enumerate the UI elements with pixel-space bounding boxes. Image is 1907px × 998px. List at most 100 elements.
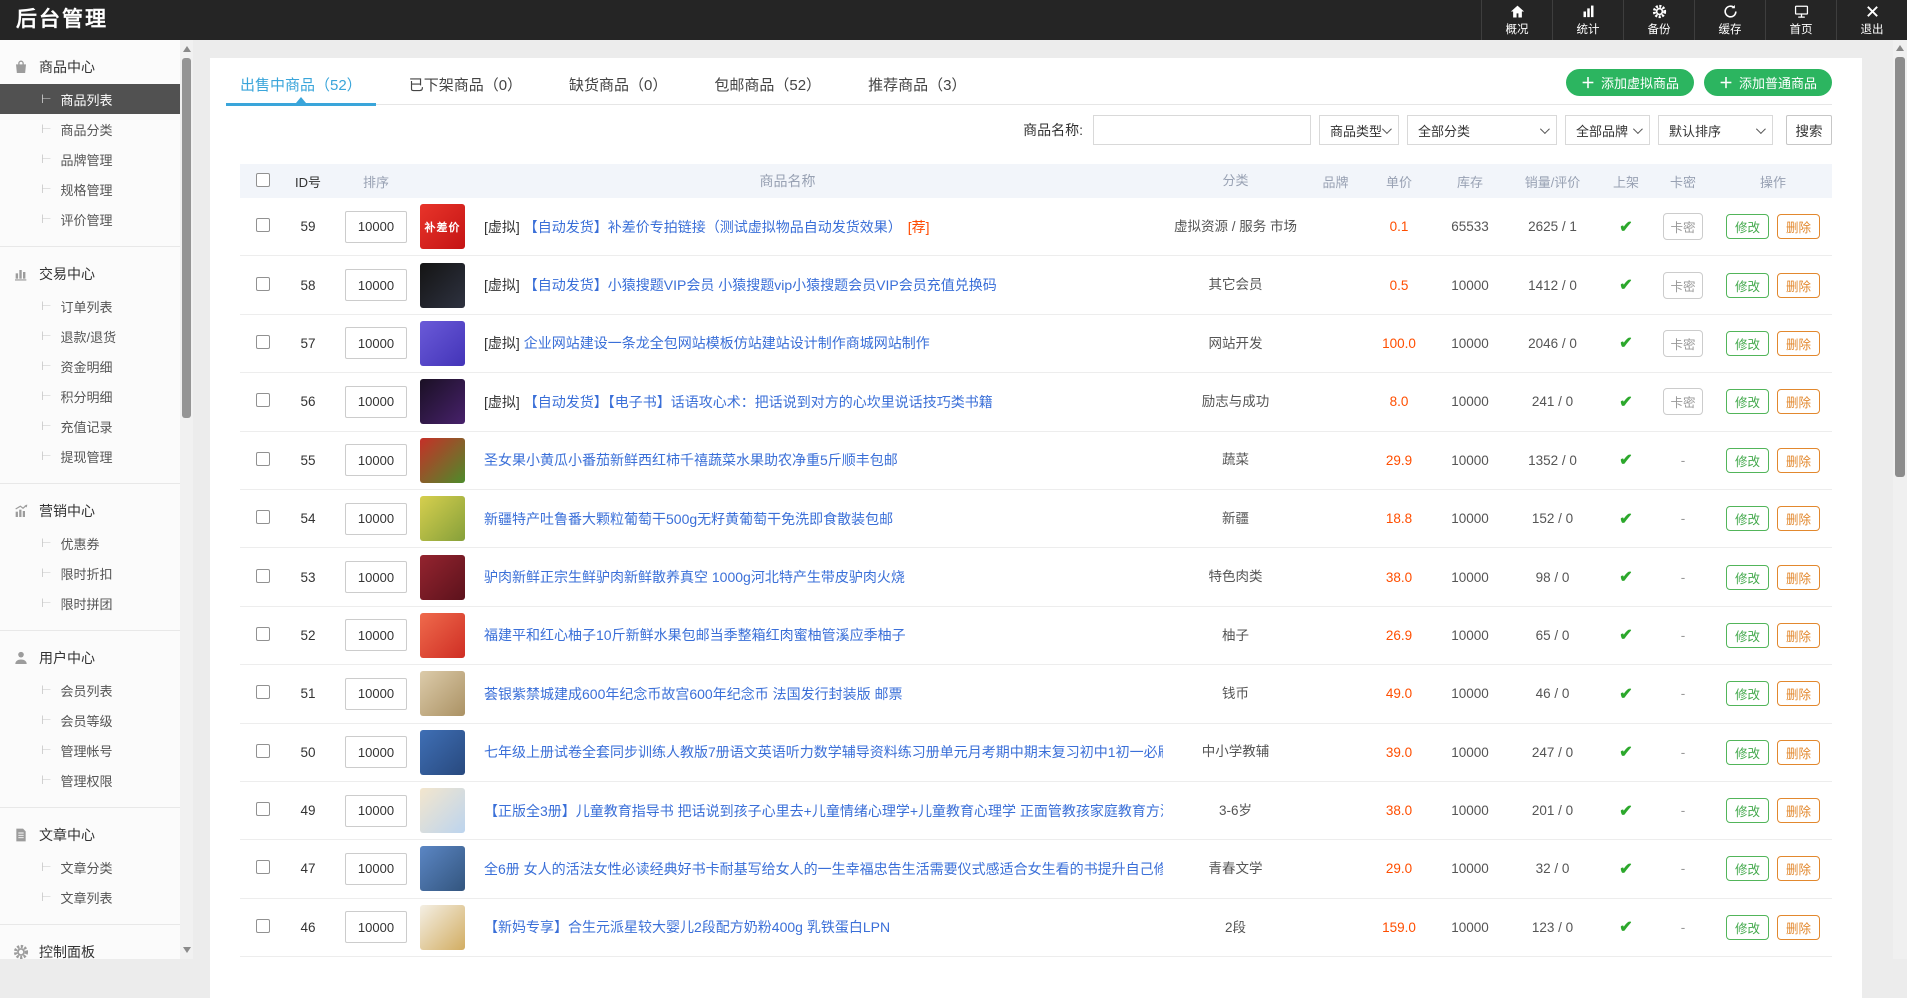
delete-button[interactable]: 删除 xyxy=(1777,856,1820,881)
kami-button[interactable]: 卡密 xyxy=(1663,330,1703,357)
edit-button[interactable]: 修改 xyxy=(1726,856,1769,881)
row-checkbox[interactable] xyxy=(256,510,270,524)
search-button[interactable]: 搜索 xyxy=(1786,115,1832,145)
edit-button[interactable]: 修改 xyxy=(1726,389,1769,414)
sort-input[interactable] xyxy=(345,561,407,593)
product-thumbnail[interactable] xyxy=(420,555,465,600)
delete-button[interactable]: 删除 xyxy=(1777,273,1820,298)
row-checkbox[interactable] xyxy=(256,685,270,699)
product-thumbnail[interactable] xyxy=(420,438,465,483)
page-scrollbar[interactable] xyxy=(1893,40,1907,959)
sidebar-group-营销中心[interactable]: 营销中心 xyxy=(0,494,180,528)
product-thumbnail[interactable] xyxy=(420,846,465,891)
topbar-action-refresh[interactable]: 缓存 xyxy=(1694,0,1765,40)
delete-button[interactable]: 删除 xyxy=(1777,798,1820,823)
sidebar-group-控制面板[interactable]: 控制面板 xyxy=(0,935,180,959)
sort-input[interactable] xyxy=(345,795,407,827)
topbar-action-close[interactable]: 退出 xyxy=(1836,0,1907,40)
sidebar-scrollbar[interactable] xyxy=(180,40,193,959)
tab-包邮商品（52）[interactable]: 包邮商品（52） xyxy=(714,58,821,104)
product-name-link[interactable]: 福建平和红心柚子10斤新鲜水果包邮当季整箱红肉蜜柚管溪应季柚子 xyxy=(484,627,906,643)
delete-button[interactable]: 删除 xyxy=(1777,506,1820,531)
kami-button[interactable]: 卡密 xyxy=(1663,272,1703,299)
delete-button[interactable]: 删除 xyxy=(1777,389,1820,414)
product-thumbnail[interactable]: 补差价 xyxy=(420,204,465,249)
sidebar-item-退款/退货[interactable]: ⊢ 退款/退货 xyxy=(0,321,180,351)
sort-input[interactable] xyxy=(345,736,407,768)
sort-input[interactable] xyxy=(345,619,407,651)
edit-button[interactable]: 修改 xyxy=(1726,506,1769,531)
sidebar-item-积分明细[interactable]: ⊢ 积分明细 xyxy=(0,381,180,411)
topbar-action-home[interactable]: 概况 xyxy=(1481,0,1552,40)
product-name-link[interactable]: 驴肉新鲜正宗生鲜驴肉新鲜散养真空 1000g河北特产生带皮驴肉火烧 xyxy=(484,569,905,585)
row-checkbox[interactable] xyxy=(256,919,270,933)
sort-input[interactable] xyxy=(345,386,407,418)
add-button-添加普通商品[interactable]: ＋ 添加普通商品 xyxy=(1704,69,1832,96)
topbar-action-monitor[interactable]: 首页 xyxy=(1765,0,1836,40)
product-name-link[interactable]: 【自动发货】补差价专拍链接（测试虚拟物品自动发货效果） xyxy=(524,219,902,235)
sort-input[interactable] xyxy=(345,269,407,301)
delete-button[interactable]: 删除 xyxy=(1777,448,1820,473)
row-checkbox[interactable] xyxy=(256,569,270,583)
edit-button[interactable]: 修改 xyxy=(1726,565,1769,590)
product-thumbnail[interactable] xyxy=(420,379,465,424)
scroll-up-icon[interactable] xyxy=(183,46,191,52)
sidebar-item-规格管理[interactable]: ⊢ 规格管理 xyxy=(0,174,180,204)
product-name-link[interactable]: 新疆特产吐鲁番大颗粒葡萄干500g无籽黄葡萄干免洗即食散装包邮 xyxy=(484,511,893,527)
row-checkbox[interactable] xyxy=(256,627,270,641)
tab-推荐商品（3）[interactable]: 推荐商品（3） xyxy=(868,58,966,104)
sort-input[interactable] xyxy=(345,911,407,943)
sidebar-group-文章中心[interactable]: 文章中心 xyxy=(0,818,180,852)
row-checkbox[interactable] xyxy=(256,744,270,758)
product-thumbnail[interactable] xyxy=(420,788,465,833)
product-name-link[interactable]: 【自动发货】小猿搜题VIP会员 小猿搜题vip小猿搜题会员VIP会员充值兑换码 xyxy=(524,277,997,293)
sidebar-item-管理帐号[interactable]: ⊢ 管理帐号 xyxy=(0,735,180,765)
sort-input[interactable] xyxy=(345,678,407,710)
sidebar-item-限时拼团[interactable]: ⊢ 限时拼团 xyxy=(0,588,180,618)
delete-button[interactable]: 删除 xyxy=(1777,740,1820,765)
sidebar-item-提现管理[interactable]: ⊢ 提现管理 xyxy=(0,441,180,471)
sort-input[interactable] xyxy=(345,444,407,476)
row-checkbox[interactable] xyxy=(256,218,270,232)
row-checkbox[interactable] xyxy=(256,335,270,349)
product-name-link[interactable]: 企业网站建设一条龙全包网站模板仿站建站设计制作商城网站制作 xyxy=(524,335,930,351)
edit-button[interactable]: 修改 xyxy=(1726,273,1769,298)
sidebar-item-会员等级[interactable]: ⊢ 会员等级 xyxy=(0,705,180,735)
product-name-link[interactable]: 荟银紫禁城建成600年纪念币故宫600年纪念币 法国发行封装版 邮票 xyxy=(484,686,903,702)
product-thumbnail[interactable] xyxy=(420,671,465,716)
topbar-action-stats[interactable]: 统计 xyxy=(1552,0,1623,40)
page-scrollbar-thumb[interactable] xyxy=(1895,57,1905,477)
sort-input[interactable] xyxy=(345,327,407,359)
kami-button[interactable]: 卡密 xyxy=(1663,388,1703,415)
row-checkbox[interactable] xyxy=(256,452,270,466)
product-name-link[interactable]: 【正版全3册】儿童教育指导书 把话说到孩子心里去+儿童情绪心理学+儿童教育心理学… xyxy=(484,803,1163,819)
row-checkbox[interactable] xyxy=(256,802,270,816)
sidebar-item-优惠券[interactable]: ⊢ 优惠券 xyxy=(0,528,180,558)
product-name-link[interactable]: 【自动发货】【电子书】话语攻心术：把话说到对方的心坎里说话技巧类书籍 xyxy=(524,394,993,410)
row-checkbox[interactable] xyxy=(256,860,270,874)
delete-button[interactable]: 删除 xyxy=(1777,915,1820,940)
kami-button[interactable]: 卡密 xyxy=(1663,213,1703,240)
sidebar-item-订单列表[interactable]: ⊢ 订单列表 xyxy=(0,291,180,321)
row-checkbox[interactable] xyxy=(256,393,270,407)
filter-select-商品类型[interactable]: 商品类型 xyxy=(1319,115,1399,145)
product-name-link[interactable]: 圣女果小黄瓜小番茄新鲜西红柿千禧蔬菜水果助农净重5斤顺丰包邮 xyxy=(484,452,898,468)
delete-button[interactable]: 删除 xyxy=(1777,565,1820,590)
sidebar-item-文章分类[interactable]: ⊢ 文章分类 xyxy=(0,852,180,882)
sidebar-item-充值记录[interactable]: ⊢ 充值记录 xyxy=(0,411,180,441)
product-name-link[interactable]: 【新妈专享】合生元派星较大婴儿2段配方奶粉400g 乳铁蛋白LPN xyxy=(484,919,890,935)
sidebar-item-限时折扣[interactable]: ⊢ 限时折扣 xyxy=(0,558,180,588)
sidebar-item-管理权限[interactable]: ⊢ 管理权限 xyxy=(0,765,180,795)
product-thumbnail[interactable] xyxy=(420,730,465,775)
product-thumbnail[interactable] xyxy=(420,905,465,950)
filter-select-默认排序[interactable]: 默认排序 xyxy=(1658,115,1773,145)
edit-button[interactable]: 修改 xyxy=(1726,331,1769,356)
edit-button[interactable]: 修改 xyxy=(1726,214,1769,239)
sidebar-group-商品中心[interactable]: 商品中心 xyxy=(0,50,180,84)
select-all-checkbox[interactable] xyxy=(256,173,270,187)
add-button-添加虚拟商品[interactable]: ＋ 添加虚拟商品 xyxy=(1566,69,1694,96)
sidebar-item-商品列表[interactable]: ⊢ 商品列表 xyxy=(0,84,180,114)
product-thumbnail[interactable] xyxy=(420,321,465,366)
sidebar-item-文章列表[interactable]: ⊢ 文章列表 xyxy=(0,882,180,912)
sort-input[interactable] xyxy=(345,211,407,243)
